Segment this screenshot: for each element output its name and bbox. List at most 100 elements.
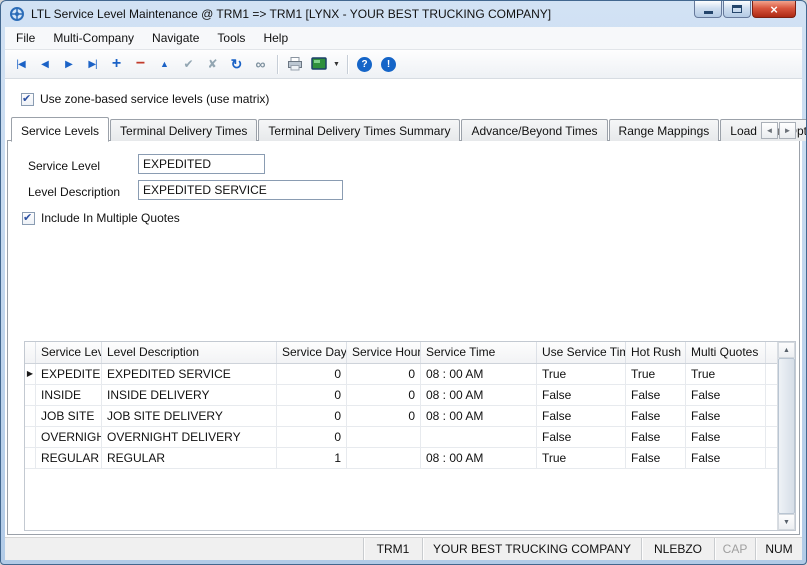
cell-service-hours: 0 <box>347 406 421 426</box>
close-icon: × <box>770 3 778 16</box>
table-row[interactable]: ▶ EXPEDITED EXPEDITED SERVICE 0 0 08 : 0… <box>25 364 777 385</box>
print-button[interactable] <box>283 53 306 75</box>
delete-record-button[interactable]: − <box>129 53 152 75</box>
level-description-input[interactable] <box>138 180 343 200</box>
header-hot-rush[interactable]: Hot Rush <box>626 342 686 363</box>
tab-strip: Service Levels Terminal Delivery Times T… <box>5 111 802 141</box>
prior-record-button[interactable]: ◀ <box>33 53 56 75</box>
menu-file[interactable]: File <box>7 27 44 49</box>
first-record-icon: |◀ <box>16 59 24 70</box>
zone-matrix-checkbox[interactable] <box>21 93 34 106</box>
last-record-button[interactable]: ▶| <box>81 53 104 75</box>
title-bar[interactable]: LTL Service Level Maintenance @ TRM1 => … <box>5 1 802 27</box>
edit-record-icon: ▲ <box>160 59 169 69</box>
menu-multi-company[interactable]: Multi-Company <box>44 27 143 49</box>
cell-filler <box>766 406 777 426</box>
minimize-icon <box>704 11 713 14</box>
table-row[interactable]: REGULAR REGULAR 1 08 : 00 AM True False … <box>25 448 777 469</box>
cell-service-time: 08 : 00 AM <box>421 406 537 426</box>
statusbar-company: YOUR BEST TRUCKING COMPANY <box>422 538 641 560</box>
cell-service-level: JOB SITE <box>36 406 102 426</box>
menu-bar: File Multi-Company Navigate Tools Help <box>5 27 802 50</box>
cell-hot-rush: False <box>626 427 686 447</box>
header-use-service-time[interactable]: Use Service Time <box>537 342 626 363</box>
maximize-icon <box>732 5 742 13</box>
window-controls: × <box>694 1 796 18</box>
header-service-hours[interactable]: Service Hours <box>347 342 421 363</box>
edit-record-button[interactable]: ▲ <box>153 53 176 75</box>
printer-icon <box>287 57 303 71</box>
table-row[interactable]: INSIDE INSIDE DELIVERY 0 0 08 : 00 AM Fa… <box>25 385 777 406</box>
tab-advance-beyond-times[interactable]: Advance/Beyond Times <box>461 119 607 141</box>
scroll-down-button[interactable]: ▼ <box>778 514 795 530</box>
cell-service-time: 08 : 00 AM <box>421 448 537 468</box>
menu-help[interactable]: Help <box>254 27 297 49</box>
scroll-up-icon: ▲ <box>783 347 790 354</box>
next-record-button[interactable]: ▶ <box>57 53 80 75</box>
cell-service-level: OVERNIGHT <box>36 427 102 447</box>
header-service-level[interactable]: Service Level <box>36 342 102 363</box>
header-service-time[interactable]: Service Time <box>421 342 537 363</box>
tab-label: Service Levels <box>21 124 99 138</box>
link-button[interactable]: ∞ <box>249 53 272 75</box>
tab-label: Terminal Delivery Times <box>120 124 247 138</box>
first-record-button[interactable]: |◀ <box>9 53 32 75</box>
cell-service-days: 0 <box>277 427 347 447</box>
cell-filler <box>766 448 777 468</box>
zone-matrix-label: Use zone-based service levels (use matri… <box>40 92 269 106</box>
help-button[interactable]: ? <box>353 53 376 75</box>
client-area: Use zone-based service levels (use matri… <box>5 79 802 537</box>
cell-hot-rush: True <box>626 364 686 384</box>
zone-option-row: Use zone-based service levels (use matri… <box>5 79 802 111</box>
cell-use-service-time: False <box>537 406 626 426</box>
cancel-edit-button[interactable]: ✘ <box>201 53 224 75</box>
delete-record-icon: − <box>136 55 145 73</box>
about-button[interactable]: ! <box>377 53 400 75</box>
row-selector-marker <box>25 427 36 447</box>
maximize-button[interactable] <box>723 1 751 18</box>
tab-scroll-left-button[interactable]: ◄ <box>761 122 778 139</box>
cell-level-description: OVERNIGHT DELIVERY <box>102 427 277 447</box>
print-preview-button[interactable] <box>307 53 330 75</box>
scrollbar-thumb[interactable] <box>778 358 795 514</box>
tab-scroll-right-button[interactable]: ► <box>779 122 796 139</box>
chevron-down-icon: ▼ <box>333 61 340 68</box>
toolbar-separator <box>277 55 278 74</box>
tab-terminal-delivery-times-summary[interactable]: Terminal Delivery Times Summary <box>258 119 460 141</box>
header-level-description[interactable]: Level Description <box>102 342 277 363</box>
table-row[interactable]: OVERNIGHT OVERNIGHT DELIVERY 0 False Fal… <box>25 427 777 448</box>
cell-service-time <box>421 427 537 447</box>
cell-service-days: 1 <box>277 448 347 468</box>
tab-terminal-delivery-times[interactable]: Terminal Delivery Times <box>110 119 257 141</box>
next-record-icon: ▶ <box>65 59 72 70</box>
close-button[interactable]: × <box>752 1 796 18</box>
service-level-input[interactable] <box>138 154 265 174</box>
preview-dropdown-button[interactable]: ▼ <box>331 53 342 75</box>
cell-service-hours: 0 <box>347 364 421 384</box>
header-service-days[interactable]: Service Days <box>277 342 347 363</box>
tab-service-levels[interactable]: Service Levels <box>11 117 109 142</box>
level-description-label: Level Description <box>28 185 120 199</box>
header-multi-quotes[interactable]: Multi Quotes <box>686 342 766 363</box>
menu-navigate[interactable]: Navigate <box>143 27 208 49</box>
table-row[interactable]: JOB SITE JOB SITE DELIVERY 0 0 08 : 00 A… <box>25 406 777 427</box>
cell-use-service-time: True <box>537 448 626 468</box>
tab-range-mappings[interactable]: Range Mappings <box>609 119 720 141</box>
grid-vertical-scrollbar: ▲ ▼ <box>777 342 795 530</box>
service-levels-tab-panel: Service Level Level Description Include … <box>7 140 800 535</box>
menu-tools[interactable]: Tools <box>208 27 254 49</box>
cell-level-description: INSIDE DELIVERY <box>102 385 277 405</box>
info-icon: ! <box>381 57 396 72</box>
multi-quotes-checkbox[interactable] <box>22 212 35 225</box>
minimize-button[interactable] <box>694 1 722 18</box>
refresh-button[interactable]: ↻ <box>225 53 248 75</box>
post-edit-button[interactable]: ✔ <box>177 53 200 75</box>
help-icon: ? <box>357 57 372 72</box>
cell-service-level: INSIDE <box>36 385 102 405</box>
cell-hot-rush: False <box>626 448 686 468</box>
multi-quotes-label: Include In Multiple Quotes <box>41 211 180 225</box>
cell-service-hours <box>347 427 421 447</box>
tab-scroll-buttons: ◄ ► <box>761 122 796 139</box>
insert-record-button[interactable]: + <box>105 53 128 75</box>
scroll-up-button[interactable]: ▲ <box>778 342 795 358</box>
